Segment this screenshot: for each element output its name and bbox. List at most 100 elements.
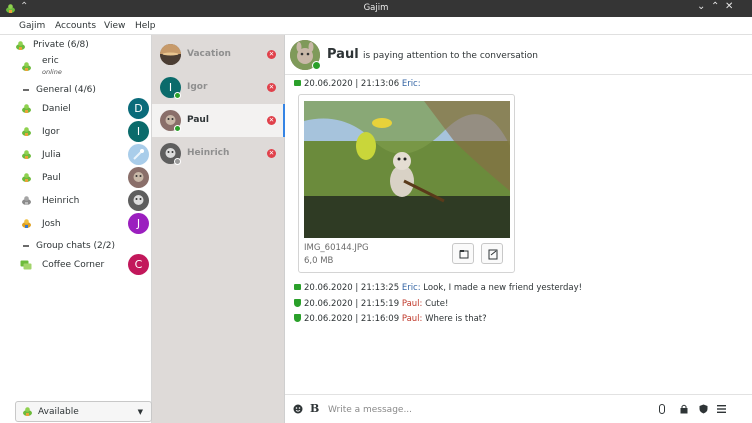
online-status-icon: [21, 172, 32, 186]
self-status: online: [42, 68, 62, 76]
image-preview[interactable]: [304, 101, 510, 238]
online-dot-icon: [312, 61, 321, 70]
chat-name: Heinrich: [187, 148, 230, 158]
contact-name: Julia: [42, 150, 61, 160]
chat-row-heinrich[interactable]: Heinrich ✕: [152, 137, 285, 170]
shield-icon: [294, 299, 301, 307]
account-row[interactable]: Private (6/8): [0, 39, 151, 53]
timestamp: 20.06.2020 | 21:13:25: [304, 283, 400, 293]
lock-icon: [294, 284, 301, 290]
avatar: J: [128, 213, 149, 234]
avatar: I: [128, 121, 149, 142]
menu-help[interactable]: Help: [135, 21, 156, 31]
close-window-icon[interactable]: ✕: [725, 1, 733, 12]
away-status-icon: [21, 218, 32, 232]
chat-name: Igor: [187, 82, 208, 92]
timestamp: 20.06.2020 | 21:13:06: [304, 79, 400, 89]
avatar: [128, 167, 149, 188]
window-title: Gajim: [363, 3, 389, 13]
contact-row-heinrich[interactable]: Heinrich: [0, 190, 151, 212]
online-status-icon: [21, 126, 32, 140]
chat-list: Vacation ✕ I Igor ✕ Paul ✕ Heinrich ✕: [152, 35, 285, 423]
status-label: Available: [38, 407, 79, 417]
collapse-icon: [23, 245, 29, 247]
close-chat-icon[interactable]: ✕: [267, 116, 276, 125]
online-dot-icon: [174, 92, 181, 99]
contact-row-igor[interactable]: Igor I: [0, 121, 151, 143]
account-label: Private (6/8): [33, 40, 89, 50]
avatar: C: [128, 254, 149, 275]
contact-name: Josh: [42, 219, 61, 229]
menu-accounts[interactable]: Accounts: [55, 21, 96, 31]
group-group-chats[interactable]: Group chats (2/2): [0, 239, 151, 253]
nick: Eric:: [401, 283, 421, 293]
contact-row-julia[interactable]: Julia: [0, 144, 151, 166]
chat-row-igor[interactable]: I Igor ✕: [152, 71, 285, 104]
collapse-icon: [23, 89, 29, 91]
groupchat-name: Coffee Corner: [42, 260, 105, 270]
message-4: 20.06.2020 | 21:16:09 Paul: Where is tha…: [294, 313, 487, 324]
bold-icon[interactable]: B: [310, 402, 319, 415]
contact-name: Igor: [42, 127, 60, 137]
online-status-icon: [15, 40, 26, 54]
maximize-icon[interactable]: ⌃: [711, 1, 719, 12]
menu-icon[interactable]: [717, 405, 726, 416]
message-input[interactable]: Write a message...: [328, 405, 412, 415]
nick: Eric:: [401, 79, 421, 89]
contact-row-paul[interactable]: Paul: [0, 167, 151, 189]
self-name: eric: [42, 56, 59, 66]
chat-state: is paying attention to the conversation: [363, 51, 538, 61]
message-1: 20.06.2020 | 21:13:06 Eric:: [294, 79, 421, 89]
group-label: Group chats (2/2): [36, 241, 116, 251]
minimize-icon[interactable]: ⌄: [697, 1, 705, 12]
groupchat-icon: [20, 260, 32, 273]
chat-row-vacation[interactable]: Vacation ✕: [152, 38, 285, 71]
group-label: General (4/6): [36, 85, 96, 95]
message-2: 20.06.2020 | 21:13:25 Eric: Look, I made…: [294, 283, 582, 293]
contact-row-josh[interactable]: Josh J: [0, 213, 151, 235]
emoji-icon[interactable]: [293, 404, 303, 417]
chat-row-paul[interactable]: Paul ✕: [152, 104, 285, 137]
close-chat-icon[interactable]: ✕: [267, 149, 276, 158]
title-bar: ⌃ Gajim ⌄ ⌃ ✕: [0, 0, 752, 17]
close-chat-icon[interactable]: ✕: [267, 50, 276, 59]
self-contact-row[interactable]: eric online: [0, 55, 151, 79]
avatar: [128, 190, 149, 211]
encryption-lock-icon[interactable]: [680, 404, 688, 417]
contact-row-daniel[interactable]: Daniel D: [0, 98, 151, 120]
file-preview: IMG_60144.JPG 6,0 MB: [298, 94, 515, 273]
dropdown-arrow-icon: ▼: [137, 408, 143, 416]
message-text: Cute!: [425, 299, 449, 309]
folder-icon: [459, 250, 469, 259]
online-status-icon: [21, 61, 32, 75]
chat-header: Paul is paying attention to the conversa…: [285, 35, 752, 75]
message-composer: B Write a message...: [285, 394, 752, 423]
online-status-icon: [21, 149, 32, 163]
online-status-icon: [21, 103, 32, 117]
shield-security-icon[interactable]: [699, 404, 708, 417]
status-selector[interactable]: Available ▼: [15, 401, 152, 422]
chat-name: Paul: [187, 115, 209, 125]
groupchat-row-coffee-corner[interactable]: Coffee Corner C: [0, 254, 151, 276]
group-general[interactable]: General (4/6): [0, 83, 151, 97]
roster-panel: Private (6/8) eric online General (4/6) …: [0, 35, 152, 423]
contact-name: Daniel: [42, 104, 71, 114]
contact-name: Paul: [327, 47, 359, 62]
offline-status-icon: [21, 195, 32, 209]
avatar: [128, 144, 149, 165]
chat-name: Vacation: [187, 49, 231, 59]
lock-icon: [294, 80, 301, 86]
file-size: 6,0 MB: [304, 256, 334, 266]
nick: Paul:: [401, 299, 423, 309]
attachment-icon[interactable]: [659, 404, 665, 417]
nick: Paul:: [401, 314, 423, 324]
timestamp: 20.06.2020 | 21:16:09: [304, 314, 400, 324]
menu-view[interactable]: View: [104, 21, 125, 31]
online-dot-icon: [174, 125, 181, 132]
open-file-button[interactable]: [481, 243, 503, 264]
close-chat-icon[interactable]: ✕: [267, 83, 276, 92]
shield-icon: [294, 314, 301, 322]
menu-gajim[interactable]: Gajim: [19, 21, 45, 31]
avatar: [160, 44, 181, 65]
open-folder-button[interactable]: [452, 243, 474, 264]
